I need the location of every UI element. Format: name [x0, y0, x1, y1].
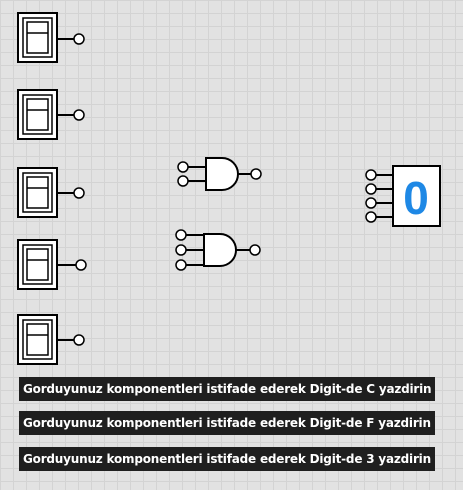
and3-input-pin-1[interactable] [175, 229, 187, 241]
and2-input-pin-1[interactable] [177, 161, 189, 173]
display-input-pin-1[interactable] [365, 169, 377, 181]
toggle-switch-4[interactable] [17, 239, 87, 290]
and3-output-pin[interactable] [249, 244, 261, 256]
and3-input-pin-2[interactable] [175, 244, 187, 256]
switch-5-output-pin[interactable] [73, 334, 85, 346]
display-input-pin-3[interactable] [365, 197, 377, 209]
and2-output-pin[interactable] [250, 168, 262, 180]
digit-display[interactable]: 0 [365, 165, 441, 227]
toggle-switch-3[interactable] [17, 167, 85, 218]
switch-4-output-pin[interactable] [75, 259, 87, 271]
switch-3-output-pin[interactable] [73, 187, 85, 199]
display-input-pin-4[interactable] [365, 211, 377, 223]
display-digit-value: 0 [403, 172, 429, 224]
display-input-pin-2[interactable] [365, 183, 377, 195]
switch-2-output-pin[interactable] [73, 109, 85, 121]
and-gate-3-input[interactable] [175, 229, 261, 271]
and2-input-pin-2[interactable] [177, 175, 189, 187]
instruction-banner-1: Gorduyunuz komponentleri istifade ederek… [19, 377, 436, 401]
and-gate-2-input[interactable] [177, 157, 262, 191]
instruction-banner-2: Gorduyunuz komponentleri istifade ederek… [19, 411, 435, 435]
and3-input-pin-3[interactable] [175, 259, 187, 271]
toggle-switch-1[interactable] [17, 12, 85, 63]
instruction-banner-3: Gorduyunuz komponentleri istifade ederek… [19, 447, 435, 471]
switch-1-output-pin[interactable] [73, 33, 85, 45]
toggle-switch-2[interactable] [17, 89, 85, 140]
toggle-switch-5[interactable] [17, 314, 85, 365]
